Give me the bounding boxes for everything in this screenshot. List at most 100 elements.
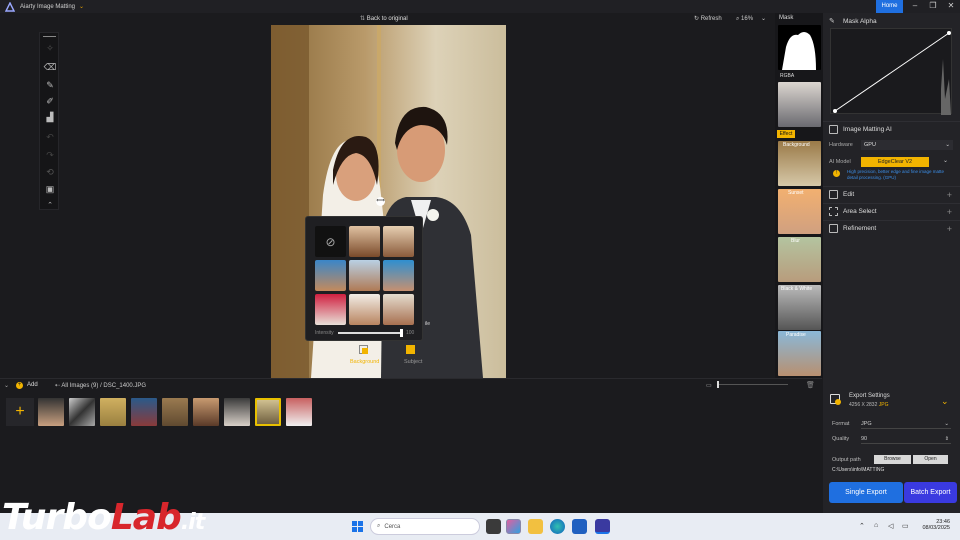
clock-date: 08/03/2025 [922, 525, 950, 531]
edit-label: Edit [843, 191, 855, 198]
ai-model-select[interactable]: EdgeClear V2 [861, 157, 929, 167]
undo-icon[interactable]: ↶ [44, 131, 56, 143]
paint-icon[interactable]: ✐ [44, 95, 56, 107]
no-background-icon[interactable]: ⊘ [315, 226, 346, 257]
store-icon[interactable] [572, 519, 587, 534]
preset-thumb[interactable] [383, 260, 414, 291]
expand-plus-icon[interactable]: + [947, 224, 952, 234]
expand-plus-icon[interactable]: + [947, 190, 952, 200]
close-icon[interactable]: ✕ [942, 0, 960, 13]
image-matting-section[interactable]: Image Matting AI [823, 121, 960, 137]
refresh-button[interactable]: ↻ Refresh [694, 15, 722, 22]
mask-thumb[interactable] [778, 25, 821, 70]
browse-button[interactable]: Browse [874, 455, 911, 464]
thumb-size-thumb[interactable] [717, 381, 719, 388]
preset-thumb[interactable] [383, 226, 414, 257]
thumbnail-selected[interactable] [255, 398, 281, 426]
reset-icon[interactable]: ⟲ [44, 166, 56, 178]
add-label[interactable]: Add [27, 382, 38, 388]
tool-panel: ✧ ⌫ ✎ ✐ ▟ ↶ ↷ ⟲ ▣ ⌃ [39, 32, 59, 210]
effect-label-paradise: Paradise [786, 332, 806, 338]
open-button[interactable]: Open [913, 455, 948, 464]
thumbnail[interactable] [162, 398, 188, 426]
background-layer-label[interactable]: Background [350, 359, 379, 365]
edge-icon[interactable] [550, 519, 565, 534]
bucket-icon[interactable]: ▟ [44, 111, 56, 123]
redo-icon[interactable]: ↷ [44, 149, 56, 161]
add-image-tile[interactable]: + [6, 398, 34, 426]
collapse-icon[interactable]: ⌃ [44, 199, 56, 211]
preset-thumb[interactable] [349, 260, 380, 291]
add-icon[interactable]: + [16, 382, 23, 389]
minimize-icon[interactable]: – [906, 0, 924, 13]
trash-icon[interactable]: 🗑 [806, 381, 815, 389]
layer-selector: Background Subject [338, 343, 428, 369]
eraser-icon[interactable]: ⌫ [44, 61, 57, 73]
tool-divider [43, 36, 56, 37]
area-select-section[interactable]: Area Select + [823, 203, 960, 219]
intensity-slider-thumb[interactable] [400, 329, 403, 337]
mask-alpha-label: Mask Alpha [843, 18, 877, 25]
aiarty-taskbar-icon[interactable] [595, 519, 610, 534]
format-select[interactable]: JPG ⌄ [861, 419, 951, 429]
thumbnail[interactable] [131, 398, 157, 426]
background-layer-icon[interactable] [359, 345, 368, 354]
brush-icon[interactable]: ✎ [44, 79, 56, 91]
network-icon[interactable]: ⌂ [874, 522, 878, 529]
compare-slider-handle[interactable]: ⟺ [376, 197, 385, 206]
app-logo-icon [5, 1, 15, 12]
edit-section[interactable]: Edit + [823, 186, 960, 202]
title-bar: Aiarty Image Matting ⌄ Home – ❐ ✕ [0, 0, 960, 13]
batch-export-button[interactable]: Batch Export [904, 482, 957, 503]
refinement-section[interactable]: Refinement + [823, 220, 960, 236]
quality-value: 90 [861, 436, 868, 442]
hardware-select[interactable]: GPU ⌄ [861, 140, 953, 150]
file-explorer-icon[interactable] [528, 519, 543, 534]
thumbnail[interactable] [100, 398, 126, 426]
export-panel: Export Settings 4256 X 2832 JPG ⌄ Format… [823, 378, 960, 513]
magic-select-icon[interactable]: ✧ [44, 42, 56, 54]
back-to-original-button[interactable]: ⇅ Back to original [360, 15, 408, 22]
thumbnail[interactable] [38, 398, 64, 426]
preset-thumb[interactable] [315, 294, 346, 325]
thumbnail[interactable] [193, 398, 219, 426]
collapse-chevron-icon[interactable]: ⌄ [4, 382, 9, 389]
preset-thumb[interactable] [383, 294, 414, 325]
subject-layer-icon[interactable] [406, 345, 415, 354]
copilot-icon[interactable] [506, 519, 521, 534]
thumb-size-slider[interactable] [718, 384, 788, 385]
volume-icon[interactable]: ◁ [888, 522, 893, 530]
preset-thumb[interactable] [349, 294, 380, 325]
preset-thumb[interactable] [315, 260, 346, 291]
export-dims-value: 4256 X 2832 [849, 402, 878, 408]
thumbnail[interactable] [224, 398, 250, 426]
breadcrumb-all[interactable]: All Images (9) [61, 383, 98, 389]
chevron-down-icon[interactable]: ⌄ [943, 157, 948, 164]
expand-plus-icon[interactable]: + [947, 207, 952, 217]
quality-input[interactable]: 90 ⇕ [861, 434, 951, 444]
mask-alpha-curve[interactable] [830, 28, 952, 115]
thumbnail[interactable] [286, 398, 312, 426]
subject-layer-label[interactable]: Subject [404, 359, 422, 365]
breadcrumb: ⇠ All Images (9) / DSC_1400.JPG [55, 382, 146, 389]
rgba-thumb[interactable] [778, 82, 821, 127]
image-matting-icon [829, 125, 838, 134]
background-presets-popup: ⊘ Intensity 100 ile [305, 216, 430, 341]
thumbnail[interactable] [69, 398, 95, 426]
windows-start-icon[interactable] [352, 521, 363, 532]
preset-thumb[interactable] [349, 226, 380, 257]
zoom-control[interactable]: ⌕ 16% ⌄ [736, 15, 766, 23]
task-view-icon[interactable] [486, 519, 501, 534]
single-export-button[interactable]: Single Export [829, 482, 903, 503]
clock[interactable]: 23:46 08/03/2025 [918, 519, 950, 531]
taskbar-search[interactable]: ⌕ Cerca [370, 518, 480, 535]
info-icon: ! [833, 170, 840, 177]
compare-icon[interactable]: ▣ [44, 183, 56, 195]
stepper-icon[interactable]: ⇕ [945, 434, 949, 444]
home-button[interactable]: Home [876, 0, 903, 13]
tray-chevron-icon[interactable]: ⌃ [859, 522, 865, 530]
battery-icon[interactable]: ▭ [902, 522, 909, 530]
collapse-chevrons-icon[interactable]: ⌄ [941, 396, 949, 407]
maximize-icon[interactable]: ❐ [924, 0, 942, 13]
app-menu-chevron-icon[interactable]: ⌄ [79, 3, 84, 10]
